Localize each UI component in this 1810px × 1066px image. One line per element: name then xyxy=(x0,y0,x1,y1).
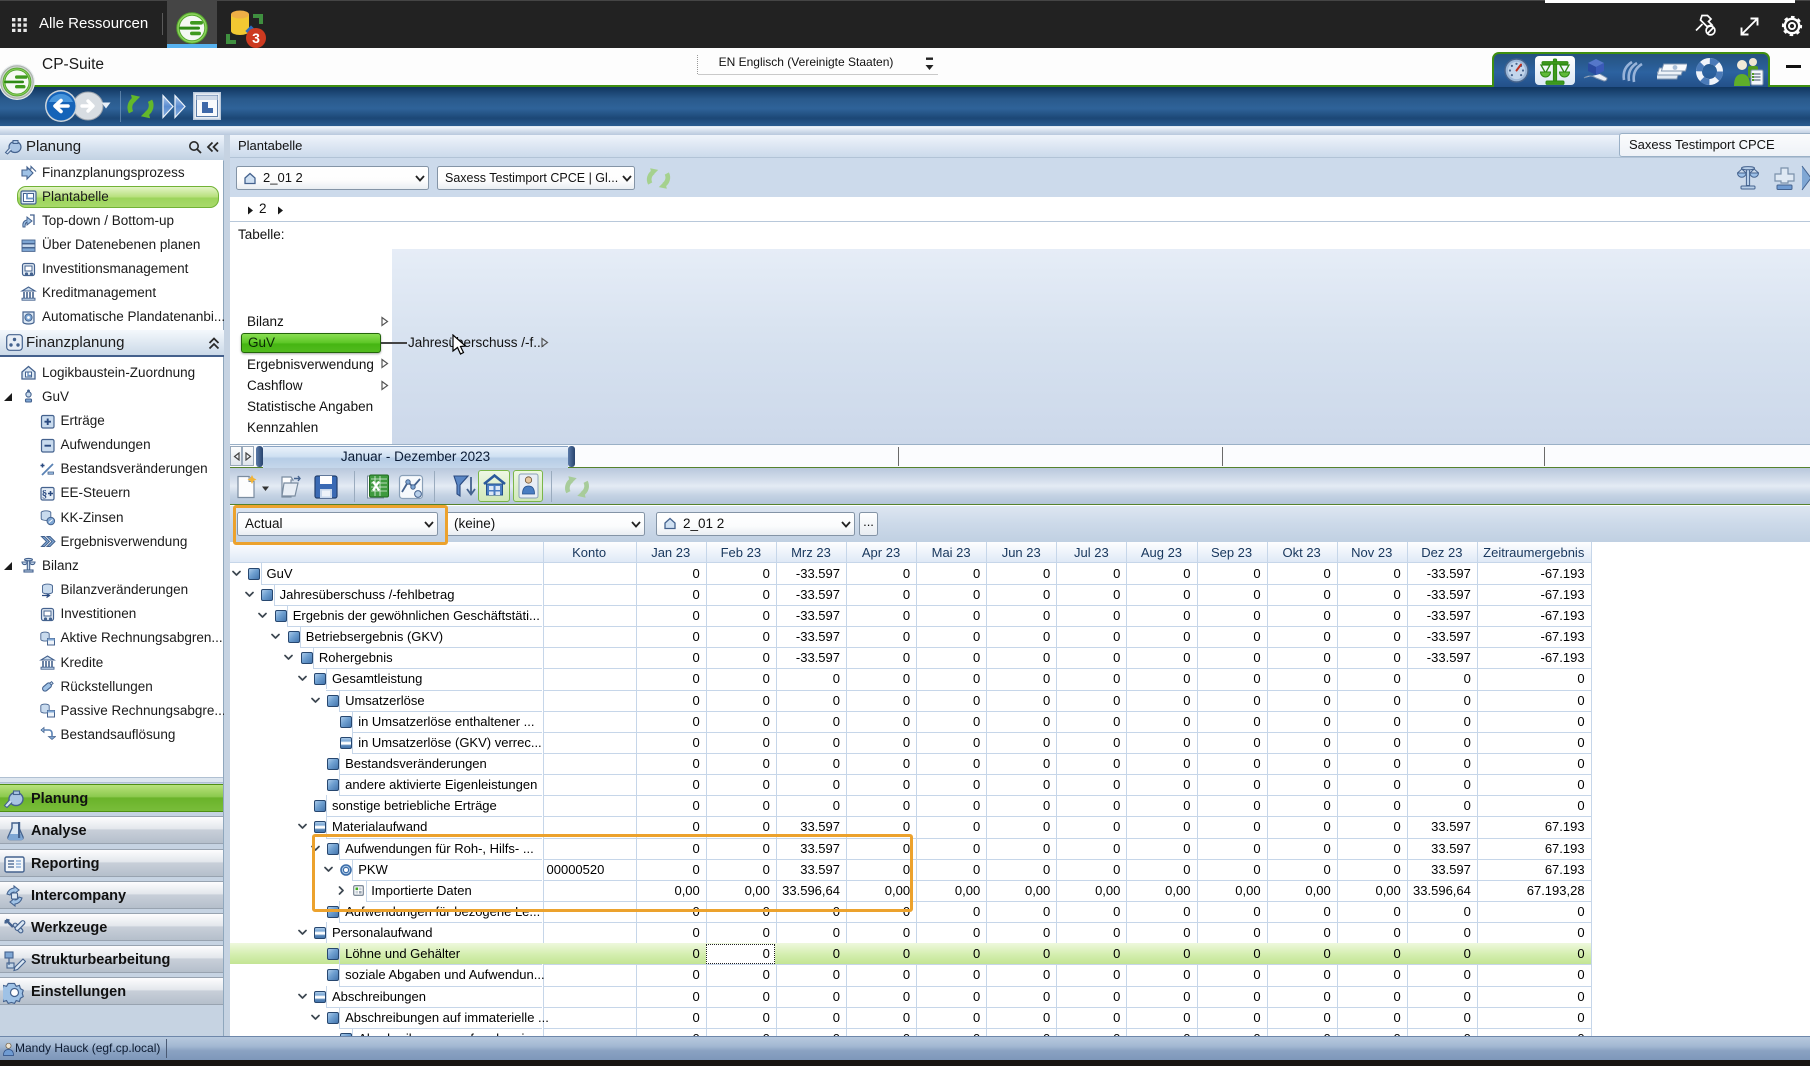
svg-text:§: § xyxy=(41,488,47,500)
svg-text:3: 3 xyxy=(252,30,260,46)
